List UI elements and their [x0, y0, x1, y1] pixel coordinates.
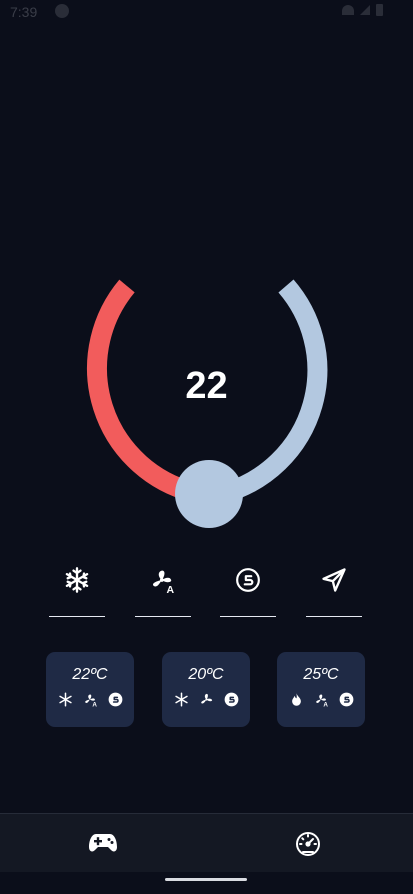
s-circle-icon — [236, 568, 260, 592]
fan-auto-icon: A — [315, 694, 328, 707]
snowflake-icon — [58, 692, 72, 707]
mode-eco-underline — [220, 616, 276, 617]
mode-eco-button[interactable] — [220, 560, 276, 618]
bottom-nav — [0, 813, 413, 872]
fan-auto-icon: A — [153, 570, 175, 594]
current-temperature: 22 — [185, 365, 228, 407]
preset-temperature: 25ºC — [303, 666, 339, 683]
mode-direction-underline — [306, 616, 362, 617]
nav-dashboard-tab[interactable] — [292, 828, 324, 858]
mode-cool-button[interactable] — [49, 560, 105, 618]
s-circle-icon — [224, 692, 238, 707]
mode-direction-button[interactable] — [306, 560, 362, 618]
dial-knob[interactable] — [175, 460, 243, 528]
svg-text:A: A — [92, 701, 97, 707]
snowflake-icon — [65, 567, 89, 593]
s-circle-icon — [339, 692, 353, 707]
svg-text:A: A — [323, 701, 328, 707]
preset-temperature: 22ºC — [72, 666, 108, 683]
mode-fan-auto-button[interactable]: A — [135, 560, 191, 618]
nav-controller-tab[interactable] — [87, 828, 119, 858]
preset-card[interactable]: 25ºC A — [277, 652, 365, 727]
preset-card[interactable]: 20ºC — [162, 652, 250, 727]
snowflake-icon — [174, 692, 188, 707]
temperature-dial — [87, 279, 328, 528]
mode-fan-underline — [135, 616, 191, 617]
svg-text:A: A — [167, 584, 175, 594]
presets-row: 22ºC A 20ºC 25ºC A — [0, 652, 413, 728]
home-indicator — [165, 878, 247, 881]
send-icon — [322, 568, 346, 592]
preset-card[interactable]: 22ºC A — [46, 652, 134, 727]
fan-auto-icon: A — [84, 694, 97, 707]
fan-icon — [200, 693, 212, 704]
speedometer-icon — [296, 832, 320, 856]
flame-icon — [291, 693, 301, 706]
mode-selector: A — [0, 560, 413, 630]
mode-cool-underline — [49, 616, 105, 617]
gamepad-icon — [89, 834, 117, 852]
preset-temperature: 20ºC — [188, 666, 224, 683]
s-circle-icon — [108, 692, 122, 707]
